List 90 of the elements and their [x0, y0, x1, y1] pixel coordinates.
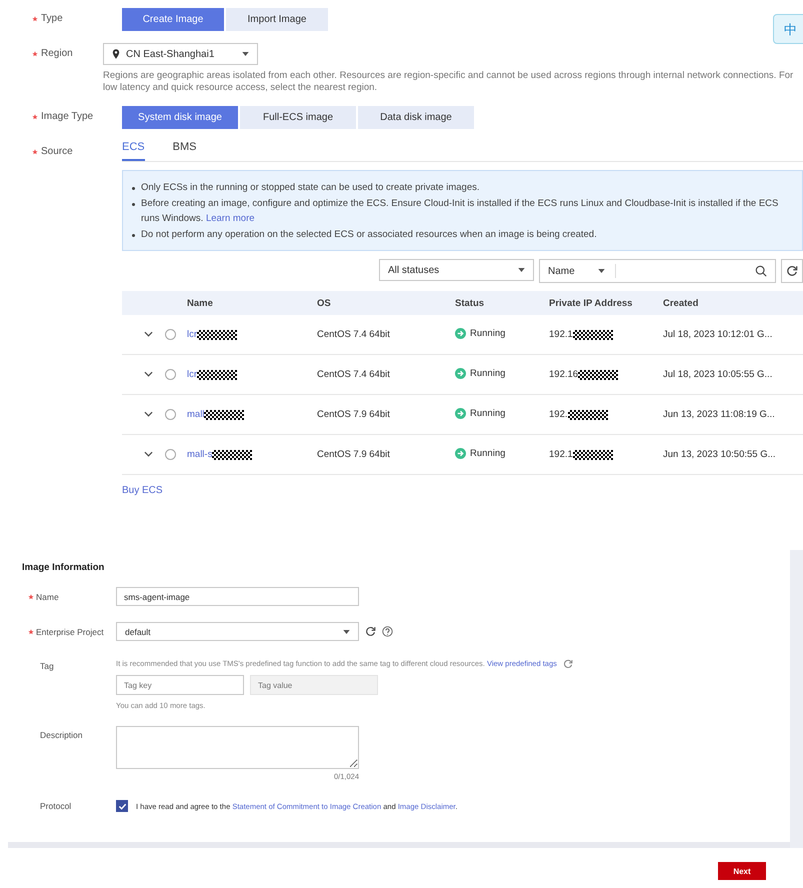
- redaction-mark: [197, 370, 238, 380]
- instance-name-link[interactable]: mall-s: [187, 449, 212, 460]
- field-label: Image Type: [41, 110, 94, 124]
- table-cell: Jun 13, 2023 10:50:55 G...: [663, 449, 776, 460]
- type-option[interactable]: Import Image: [226, 8, 328, 31]
- caret-icon: [518, 268, 525, 272]
- learn-more-link[interactable]: Learn more: [206, 213, 255, 224]
- redaction-mark: [572, 450, 613, 460]
- redaction-mark: [204, 410, 244, 420]
- table-cell: 192.: [549, 409, 568, 420]
- column-header: Private IP Address: [549, 298, 632, 308]
- buy-ecs-link[interactable]: Buy ECS: [122, 485, 803, 496]
- field-label: Protocol: [40, 800, 72, 813]
- refresh-icon[interactable]: [365, 626, 376, 637]
- search-field[interactable]: Name: [539, 259, 776, 283]
- image-type-option[interactable]: Data disk image: [358, 106, 474, 129]
- caret-icon: [242, 52, 249, 56]
- table-cell: 192.1: [549, 449, 573, 460]
- chevron-icon[interactable]: [144, 451, 153, 457]
- name-input[interactable]: sms-agent-image: [116, 587, 359, 606]
- refresh-button[interactable]: [781, 259, 803, 283]
- status-text: Running: [470, 408, 506, 418]
- table-cell: 192.1: [549, 329, 573, 340]
- image-type-option[interactable]: System disk image: [122, 106, 238, 129]
- status-filter[interactable]: All statuses: [379, 259, 534, 281]
- status-text: Running: [470, 448, 506, 458]
- status-text: Running: [470, 368, 506, 378]
- chevron-icon[interactable]: [144, 331, 153, 337]
- running-status-icon: [455, 408, 466, 418]
- column-header: Created: [663, 298, 698, 308]
- status-text: Running: [470, 328, 506, 338]
- agree-checkbox[interactable]: [116, 800, 128, 812]
- redaction-mark: [197, 330, 238, 340]
- language-widget[interactable]: 中: [773, 14, 803, 44]
- refresh-icon: [786, 265, 798, 277]
- table-cell: Jul 18, 2023 10:12:01 G...: [663, 329, 772, 340]
- table-cell: CentOS 7.4 64bit: [317, 369, 390, 380]
- instance-name-link[interactable]: lcr: [187, 369, 198, 380]
- bullet-icon: [132, 202, 135, 206]
- table-cell: CentOS 7.4 64bit: [317, 329, 390, 340]
- chevron-icon[interactable]: [144, 411, 153, 417]
- instance-name-link[interactable]: lcr: [187, 329, 198, 340]
- notice-item: Do not perform any operation on the selected ECS or associated resources when an image is being created.: [141, 228, 597, 240]
- bullet-icon: [132, 234, 135, 236]
- column-header: Status: [455, 298, 484, 308]
- image-type-option[interactable]: Full-ECS image: [240, 106, 356, 129]
- radio-button[interactable]: [164, 328, 176, 340]
- redaction-mark: [212, 450, 252, 460]
- section-title: Image Information: [22, 562, 106, 573]
- region-select[interactable]: CN East-Shanghai1: [103, 43, 258, 65]
- redaction-mark: [578, 370, 618, 380]
- caret-icon: [343, 630, 350, 634]
- location-pin-icon: [112, 49, 120, 59]
- notice-item: Before creating an image, configure and optimize the ECS. Ensure Cloud-Init is installed if the ECS runs Linux and Cloudbase-Init is installed if the ECS runs Windows. Learn more: [141, 198, 778, 224]
- running-status-icon: [455, 328, 466, 338]
- column-header: OS: [317, 298, 331, 308]
- field-label: Source: [41, 145, 73, 159]
- field-label: Type: [41, 12, 63, 26]
- bullet-icon: [132, 187, 135, 190]
- redaction-mark: [568, 410, 608, 420]
- region-hint: Regions are geographic areas isolated from each other. Resources are region-specific and cannot be used across regions through internal network connections. For low latency and quick resource access, select the nearest region.: [103, 70, 794, 94]
- chevron-icon[interactable]: [144, 371, 153, 377]
- enterprise-project-select[interactable]: default: [116, 622, 359, 641]
- tag-key-input[interactable]: Tag key: [116, 675, 244, 695]
- radio-button[interactable]: [164, 368, 176, 380]
- field-label: Enterprise Project: [36, 626, 104, 639]
- caret-icon: [598, 269, 605, 273]
- table-cell: Jul 18, 2023 10:05:55 G...: [663, 369, 772, 380]
- running-status-icon: [455, 448, 466, 458]
- search-icon[interactable]: [755, 265, 767, 277]
- radio-button[interactable]: [164, 408, 176, 420]
- source-tab[interactable]: BMS: [172, 141, 196, 161]
- source-tab[interactable]: ECS: [122, 141, 145, 161]
- column-header: Name: [187, 298, 213, 308]
- notice-item: Only ECSs in the running or stopped state can be used to create private images.: [141, 182, 480, 193]
- table-cell: CentOS 7.9 64bit: [317, 449, 390, 460]
- field-label: Name: [36, 590, 59, 604]
- type-option[interactable]: Create Image: [122, 8, 224, 31]
- field-label: Region: [41, 47, 73, 61]
- redaction-mark: [572, 330, 613, 340]
- radio-button[interactable]: [164, 448, 176, 460]
- field-label: Tag: [40, 660, 54, 673]
- table-cell: CentOS 7.9 64bit: [317, 409, 390, 420]
- next-button[interactable]: Next: [718, 862, 766, 880]
- instance-name-link[interactable]: mall: [187, 409, 204, 420]
- help-icon[interactable]: [382, 626, 393, 637]
- table-cell: Jun 13, 2023 11:08:19 G...: [663, 409, 775, 420]
- table-cell: 192.16: [549, 369, 578, 380]
- field-label: Description: [40, 729, 83, 742]
- running-status-icon: [455, 368, 466, 378]
